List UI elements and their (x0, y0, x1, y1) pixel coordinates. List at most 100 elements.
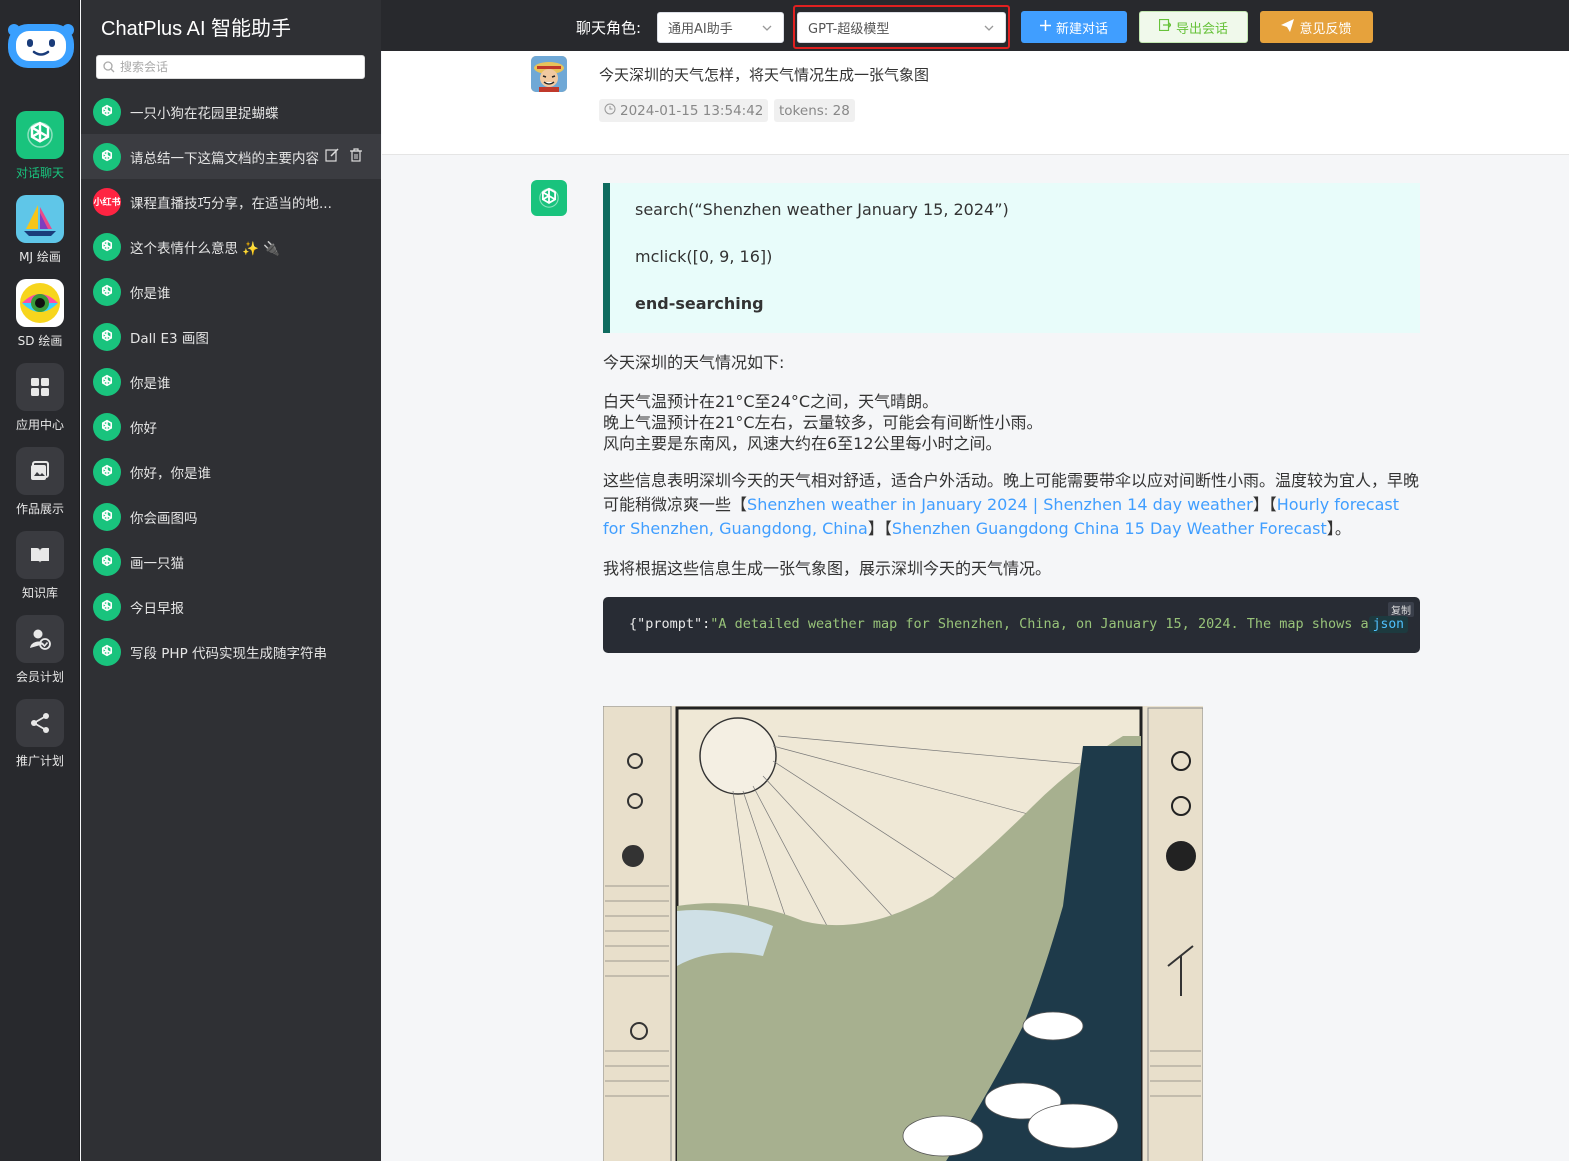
answer-intro: 今天深圳的天气情况如下: (603, 353, 785, 372)
search-input[interactable] (120, 60, 350, 74)
generated-weather-map[interactable] (602, 705, 1204, 1161)
bracket: 【 (883, 519, 892, 538)
rail-item-mj[interactable]: MJ 绘画 (0, 195, 80, 265)
edit-icon[interactable] (325, 147, 339, 166)
code-language-tag: json (1368, 616, 1408, 633)
user-avatar (531, 56, 567, 92)
ai-avatar (531, 180, 567, 216)
source-link[interactable]: Shenzhen Guangdong China 15 Day Weather … (892, 519, 1327, 538)
send-icon (1281, 18, 1295, 36)
conversation-item[interactable]: Dall E3 画图 (81, 314, 381, 359)
conversation-title: 你会画图吗 (130, 510, 198, 527)
grid-icon (16, 363, 64, 411)
feedback-label: 意见反馈 (1299, 21, 1352, 37)
rail-label: 对话聊天 (15, 166, 64, 180)
role-label: 聊天角色: (576, 19, 642, 37)
role-select[interactable]: 通用AI助手 (657, 12, 784, 43)
chat-content: 今天深圳的天气怎样，将天气情况生成一张气象图 2024-01-15 13:54:… (382, 51, 1569, 1161)
quote-line: end-searching (635, 294, 764, 313)
quote-line: search(“Shenzhen weather January 15, 202… (635, 200, 1009, 219)
openai-icon (93, 277, 121, 306)
feedback-button[interactable]: 意见反馈 (1260, 11, 1373, 43)
code-block: {"prompt":"A detailed weather map for Sh… (603, 597, 1420, 653)
rail-item-apps[interactable]: 应用中心 (0, 363, 80, 433)
rail-label: 应用中心 (15, 418, 64, 432)
message-time: 2024-01-15 13:54:42 (599, 99, 769, 122)
conversation-item[interactable]: 你是谁 (81, 359, 381, 404)
openai-icon (93, 142, 121, 171)
rail-label: 推广计划 (15, 754, 64, 768)
answer-plan: 我将根据这些信息生成一张气象图，展示深圳今天的天气情况。 (603, 559, 1052, 578)
openai-icon (93, 502, 121, 531)
conversation-title: 你是谁 (130, 375, 171, 392)
openai-icon (93, 592, 121, 621)
search-icon (103, 58, 115, 77)
openai-icon (93, 322, 121, 351)
new-chat-label: 新建对话 (1055, 21, 1108, 37)
openai-icon (93, 97, 121, 126)
conversation-title: 画一只猫 (130, 555, 184, 572)
rail-label: 知识库 (21, 586, 58, 600)
conversation-item[interactable]: 请总结一下这篇文档的主要内容 (81, 134, 381, 179)
answer-line: 晚上气温预计在21°C左右，云量较多，可能会有间断性小雨。 (603, 413, 1043, 432)
conversation-item[interactable]: 你好，你是谁 (81, 449, 381, 494)
export-chat-button[interactable]: 导出会话 (1139, 11, 1248, 43)
openai-icon (93, 232, 121, 261)
conversation-item[interactable]: 画一只猫 (81, 539, 381, 584)
rail-label: SD 绘画 (17, 334, 63, 348)
conversation-sidebar: ChatPlus AI 智能助手 一只小狗在花园里捉蝴蝶请总结一下这篇文档的主要… (81, 0, 381, 1161)
rail-item-chat[interactable]: 对话聊天 (0, 111, 80, 181)
rail-item-share[interactable]: 推广计划 (0, 699, 80, 769)
source-link[interactable]: Shenzhen weather in January 2024 | Shenz… (747, 495, 1253, 514)
rail-item-sd[interactable]: SD 绘画 (0, 279, 80, 349)
conversation-item[interactable]: 你会画图吗 (81, 494, 381, 539)
conversation-actions (325, 147, 363, 166)
quote-line: mclick([0, 9, 16]) (635, 247, 773, 266)
rail-item-member[interactable]: 会员计划 (0, 615, 80, 685)
conversation-title: 今日早报 (130, 600, 184, 617)
conversation-item[interactable]: 你是谁 (81, 269, 381, 314)
code-prefix: {"prompt": (629, 616, 711, 632)
search-box[interactable] (96, 55, 365, 79)
conversation-item[interactable]: 写段 PHP 代码实现生成随字符串 (81, 629, 381, 674)
conversation-title: 这个表情什么意思 ✨ 🔌 (130, 240, 281, 257)
clock-icon (604, 103, 616, 119)
bracket: 【 (731, 495, 748, 514)
rail-item-knowledge[interactable]: 知识库 (0, 531, 80, 601)
model-select[interactable]: GPT-超级模型 (797, 12, 1006, 43)
conversation-item[interactable]: 你好 (81, 404, 381, 449)
rail-item-gallery[interactable]: 作品展示 (0, 447, 80, 517)
token-count: tokens: 28 (774, 99, 855, 122)
bracket: 】 (867, 519, 884, 538)
conversation-item[interactable]: 这个表情什么意思 ✨ 🔌 (81, 224, 381, 269)
conversation-item[interactable]: 小红书 课程直播技巧分享，在适当的地... (81, 179, 381, 224)
tool-call-quote: search(“Shenzhen weather January 15, 202… (603, 183, 1420, 333)
xiaohongshu-icon: 小红书 (93, 187, 121, 216)
chevron-down-icon (761, 22, 773, 38)
answer-lines: 白天气温预计在21°C至24°C之间，天气晴朗。 晚上气温预计在21°C左右，云… (603, 391, 1423, 454)
icon-rail: 对话聊天 MJ 绘画 SD 绘画 应用中心 作品展示 知识库 会员计划 推广计划 (0, 0, 80, 1161)
conversation-title: 请总结一下这篇文档的主要内容 (130, 150, 319, 167)
chevron-down-icon (983, 22, 995, 38)
conversation-title: 一只小狗在花园里捉蝴蝶 (130, 105, 279, 122)
openai-icon (93, 367, 121, 396)
user-message: 今天深圳的天气怎样，将天气情况生成一张气象图 2024-01-15 13:54:… (382, 51, 1569, 155)
conversation-title: 你好 (130, 420, 157, 437)
rail-label: 作品展示 (15, 502, 64, 516)
conversation-item[interactable]: 今日早报 (81, 584, 381, 629)
sailboat-icon (16, 195, 64, 243)
top-bar: 聊天角色: 通用AI助手 GPT-超级模型 新建对话 导出会话 意见反馈 (381, 0, 1569, 51)
new-chat-button[interactable]: 新建对话 (1021, 11, 1127, 43)
conversation-title: Dall E3 画图 (130, 330, 209, 347)
user-message-text: 今天深圳的天气怎样，将天气情况生成一张气象图 (599, 66, 930, 84)
conversation-title: 写段 PHP 代码实现生成随字符串 (130, 645, 328, 662)
code-string: "A detailed weather map for Shenzhen, Ch… (710, 616, 1385, 632)
answer-summary: 这些信息表明深圳今天的天气相对舒适，适合户外活动。晚上可能需要带伞以应对间断性小… (603, 469, 1423, 541)
eye-art-icon (16, 279, 64, 327)
openai-icon (93, 547, 121, 576)
conversation-item[interactable]: 一只小狗在花园里捉蝴蝶 (81, 89, 381, 134)
delete-icon[interactable] (349, 147, 363, 166)
conversation-title: 课程直播技巧分享，在适当的地... (130, 195, 332, 212)
copy-button[interactable]: 复制 (1388, 602, 1414, 617)
rail-label: MJ 绘画 (19, 250, 61, 264)
